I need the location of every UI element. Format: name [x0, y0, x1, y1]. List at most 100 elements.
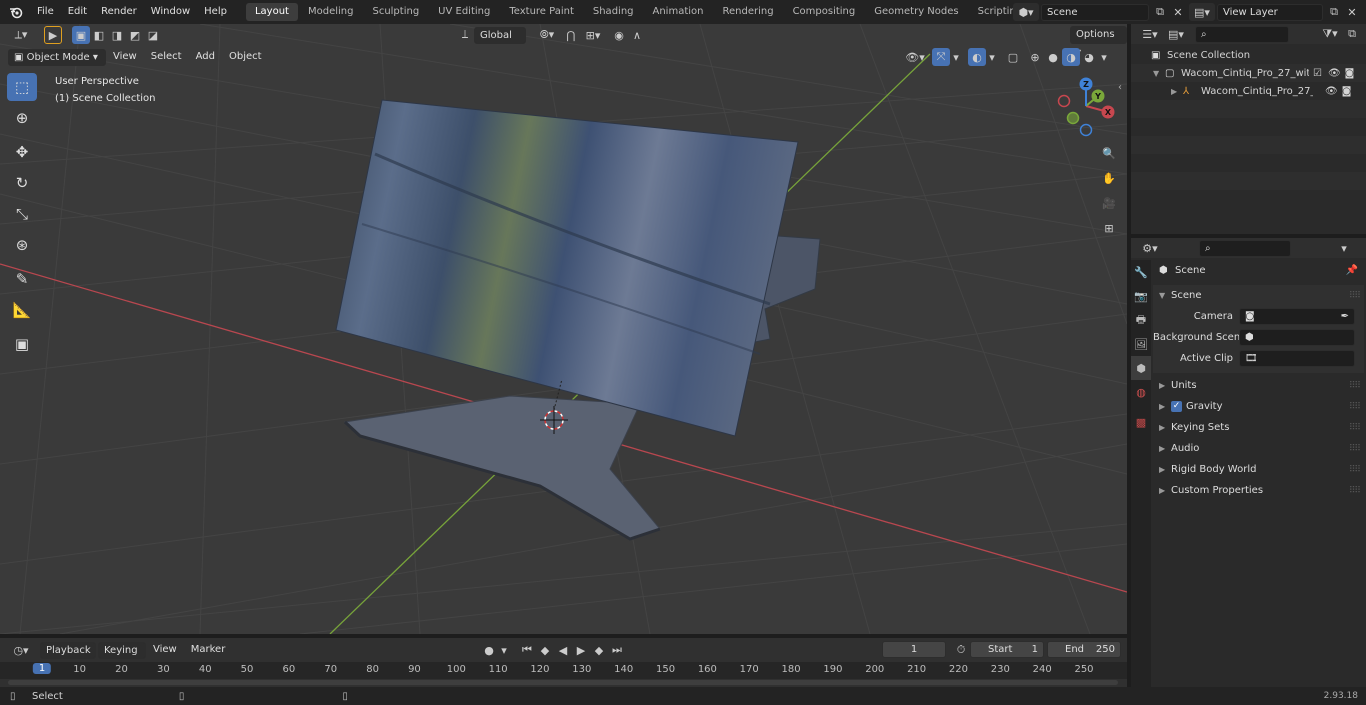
tool-tab-icon[interactable]: 🔧 [1131, 260, 1151, 284]
proportional-edit-icon[interactable]: ◉ [610, 26, 628, 44]
overlays-icon[interactable]: ◐ [968, 48, 986, 66]
drag-grip-icon[interactable]: ⠿⠿ [1349, 444, 1361, 454]
camera-render-icon[interactable]: ◙ [1342, 86, 1352, 97]
playback-menu[interactable]: Playback ▾ [40, 641, 96, 671]
tree-row-scene-collection[interactable]: ▣ Scene Collection [1131, 46, 1366, 64]
start-frame-field[interactable]: Start 1 [970, 641, 1044, 658]
menu-help[interactable]: Help [197, 0, 234, 24]
blender-logo-icon[interactable] [6, 3, 26, 21]
expand-icon[interactable]: ▶ [1171, 87, 1183, 96]
timeline-scrollbar[interactable] [8, 680, 1118, 685]
select-tool-icon[interactable]: ▶ [44, 26, 62, 44]
expand-icon[interactable]: ▼ [1153, 69, 1165, 78]
output-tab-icon[interactable]: 🖶 [1131, 308, 1151, 332]
menu-edit[interactable]: Edit [61, 0, 94, 24]
panel-audio[interactable]: ▶ Audio ⠿⠿ [1153, 438, 1364, 459]
select-new-icon[interactable]: ▣ [72, 26, 90, 44]
display-mode-icon[interactable]: ▤▾ [1163, 25, 1189, 43]
panel-units[interactable]: ▶ Units ⠿⠿ [1153, 375, 1364, 396]
navigation-gizmo[interactable]: X Y Z [1052, 76, 1122, 138]
properties-editor-type-icon[interactable]: ⚙▾ [1137, 239, 1163, 257]
panel-scene[interactable]: ▼ Scene ⠿⠿ [1153, 285, 1364, 306]
material-shading-icon[interactable]: ◑ [1062, 48, 1080, 66]
tab-rendering[interactable]: Rendering [713, 3, 782, 21]
panel-rigid-body-world[interactable]: ▶ Rigid Body World ⠿⠿ [1153, 459, 1364, 480]
add-cube-tool-icon[interactable]: ▣ [7, 330, 37, 358]
timeline-menu-view[interactable]: View [146, 638, 184, 662]
panel-keying-sets[interactable]: ▶ Keying Sets ⠿⠿ [1153, 417, 1364, 438]
camera-render-icon[interactable]: ◙ [1345, 68, 1355, 79]
stopwatch-icon[interactable]: ⏱ [952, 641, 970, 659]
drag-grip-icon[interactable]: ⠿⠿ [1349, 423, 1361, 433]
cursor-tool-icon[interactable]: ⊕ [7, 104, 37, 132]
tab-animation[interactable]: Animation [644, 3, 713, 21]
outliner-editor-type-icon[interactable]: ☰▾ [1137, 25, 1163, 43]
timeline-menu-marker[interactable]: Marker [184, 638, 233, 662]
menu-render[interactable]: Render [94, 0, 144, 24]
zoom-icon[interactable]: 🔍 [1098, 142, 1120, 164]
viewport-menu-select[interactable]: Select [144, 46, 189, 68]
tab-compositing[interactable]: Compositing [784, 3, 865, 21]
tab-texture-paint[interactable]: Texture Paint [500, 3, 583, 21]
rotate-tool-icon[interactable]: ↻ [7, 169, 37, 197]
gravity-checkbox[interactable]: ✓ [1171, 401, 1182, 412]
move-tool-icon[interactable]: ✥ [7, 138, 37, 166]
tab-layout[interactable]: Layout [245, 3, 298, 21]
wireframe-shading-icon[interactable]: ⊕ [1026, 48, 1044, 66]
render-tab-icon[interactable]: 📷 [1131, 284, 1151, 308]
view-layer-field[interactable]: View Layer [1217, 3, 1323, 21]
eyedropper-icon[interactable]: ✒ [1341, 309, 1349, 324]
active-clip-field[interactable]: 🎞 [1239, 350, 1355, 367]
3d-viewport[interactable]: ⟂▾ ▶ ▣ ◧ ◨ ◩ ◪ ⟘ Global ⦾▾ ⋂ ⊞▾ ◉ ∧ Opti… [0, 24, 1127, 634]
options-button[interactable]: Options ▾ [1070, 26, 1127, 58]
view-layer-icon[interactable]: ▤▾ [1189, 3, 1215, 21]
play-icon[interactable]: ▶ [572, 641, 590, 659]
new-scene-icon[interactable]: ⧉ [1151, 3, 1169, 21]
xray-icon[interactable]: ▢ [1004, 48, 1022, 66]
pivot-point-icon[interactable]: ⦾▾ [534, 26, 560, 44]
select-extend-icon[interactable]: ◧ [90, 26, 108, 44]
scene-name-field[interactable]: Scene [1041, 3, 1149, 21]
texture-tab-icon[interactable]: ▩ [1131, 410, 1151, 434]
new-view-layer-icon[interactable]: ⧉ [1325, 3, 1343, 21]
delete-scene-icon[interactable]: ✕ [1169, 3, 1187, 21]
end-frame-field[interactable]: End 250 [1047, 641, 1121, 658]
outliner-search-input[interactable]: ⌕ [1195, 25, 1289, 43]
view-layer-tab-icon[interactable]: 🖼 [1131, 332, 1151, 356]
select-difference-icon[interactable]: ◩ [126, 26, 144, 44]
delete-view-layer-icon[interactable]: ✕ [1343, 3, 1361, 21]
keying-menu[interactable]: Keying ▾ [98, 641, 146, 671]
scale-tool-icon[interactable]: ⤡ [7, 200, 37, 228]
overlays-dropdown-icon[interactable]: ▾ [986, 48, 998, 66]
measure-tool-icon[interactable]: 📐 [7, 296, 37, 324]
scene-tab-icon[interactable]: ⬢ [1131, 356, 1151, 380]
shading-dropdown-icon[interactable]: ▾ [1098, 48, 1110, 66]
drag-grip-icon[interactable]: ⠿⠿ [1349, 465, 1361, 475]
include-checkbox-icon[interactable]: ☑ [1313, 68, 1322, 79]
properties-options-icon[interactable]: ▾ [1335, 239, 1353, 257]
select-box-tool-icon[interactable]: ⬚ [7, 73, 37, 101]
falloff-icon[interactable]: ∧ [628, 26, 646, 44]
drag-grip-icon[interactable]: ⠿⠿ [1349, 486, 1361, 496]
annotate-tool-icon[interactable]: ✎ [7, 265, 37, 293]
eye-icon[interactable]: 👁 [1328, 68, 1341, 79]
tree-row-collection[interactable]: ▼ ▢ Wacom_Cintiq_Pro_27_with_2 ☑ 👁 ◙ [1131, 64, 1366, 82]
drag-grip-icon[interactable]: ⠿⠿ [1349, 381, 1361, 391]
solid-shading-icon[interactable]: ● [1044, 48, 1062, 66]
frame-ruler[interactable]: 1 10 20 30 40 50 60 70 80 90 100 110 120 130 140 150 160… [0, 662, 1127, 679]
jump-start-icon[interactable]: ⏮ [518, 641, 536, 659]
world-tab-icon[interactable]: ◍ [1131, 380, 1151, 404]
select-subtract-icon[interactable]: ◨ [108, 26, 126, 44]
orientation-select[interactable]: Global [474, 26, 526, 44]
rendered-shading-icon[interactable]: ◕ [1080, 48, 1098, 66]
filter-icon[interactable]: ⧩▾ [1317, 25, 1343, 43]
select-intersect-icon[interactable]: ◪ [144, 26, 162, 44]
panel-custom-properties[interactable]: ▶ Custom Properties ⠿⠿ [1153, 480, 1364, 501]
snap-icon[interactable]: ⋂ [562, 26, 580, 44]
snap-target-icon[interactable]: ⊞▾ [580, 26, 606, 44]
record-icon[interactable]: ● [480, 641, 498, 659]
drag-grip-icon[interactable]: ⠿⠿ [1349, 291, 1361, 301]
timeline-editor-type-icon[interactable]: ◷▾ [8, 641, 34, 659]
viewport-menu-add[interactable]: Add [189, 46, 222, 68]
tab-shading[interactable]: Shading [584, 3, 643, 21]
